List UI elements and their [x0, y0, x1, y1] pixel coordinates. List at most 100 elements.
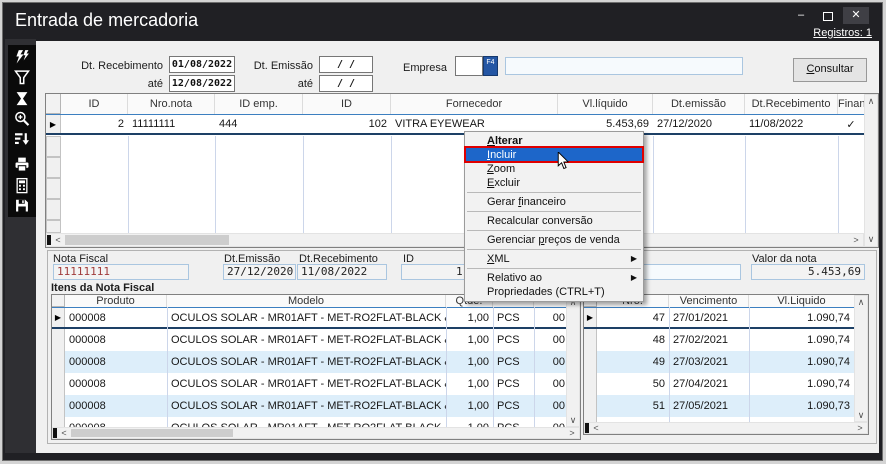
- dt-emissao-de-input[interactable]: / /: [319, 56, 373, 73]
- parcels-row[interactable]: 51 27/05/2021 1.090,73: [584, 395, 854, 417]
- row-selector: [584, 351, 597, 373]
- parcels-row[interactable]: 48 27/02/2021 1.090,74: [584, 329, 854, 351]
- cell-produto: 000008: [65, 308, 167, 327]
- cell-qtde: 1,00: [446, 373, 493, 395]
- parcels-header-vencimento[interactable]: Vencimento: [669, 295, 749, 307]
- screen: Entrada de mercadoria – ✕ Registros: 1 D…: [0, 0, 886, 464]
- scroll-down-arrow[interactable]: ∨: [568, 415, 578, 425]
- splitter-handle[interactable]: [585, 423, 589, 433]
- parcels-row[interactable]: 50 27/04/2021 1.090,74: [584, 373, 854, 395]
- row-selector: [52, 417, 65, 427]
- menu-item-propriedades[interactable]: Propriedades (CTRL+T): [465, 285, 643, 299]
- calculator-icon[interactable]: [13, 177, 31, 194]
- cell-produto: 000008: [65, 417, 167, 427]
- menu-item-gerenciar-precos[interactable]: Gerenciar preços de venda: [465, 233, 643, 247]
- items-row[interactable]: 000008 OCULOS SOLAR - MR01AFT - MET-RO2F…: [52, 395, 566, 417]
- print-icon[interactable]: [13, 156, 31, 173]
- dt-emissao-ate-input[interactable]: / /: [319, 75, 373, 92]
- cell-id-emp: 444: [215, 115, 303, 133]
- row-marker: ▶: [46, 115, 61, 133]
- splitter-handle[interactable]: [47, 235, 51, 245]
- scroll-right-arrow[interactable]: >: [855, 423, 865, 433]
- items-row-partial[interactable]: 000008 OCULOS SOLAR - MR01AFT - MET-RO2F…: [52, 417, 566, 427]
- cell-qtde: 1,00: [446, 395, 493, 417]
- row-selector: [52, 395, 65, 417]
- items-row[interactable]: 000008 OCULOS SOLAR - MR01AFT - MET-RO2F…: [52, 373, 566, 395]
- scroll-down-arrow[interactable]: ∨: [856, 410, 866, 420]
- mouse-cursor-icon: [555, 152, 571, 170]
- scroll-thumb[interactable]: [71, 429, 233, 437]
- items-row[interactable]: 000008 OCULOS SOLAR - MR01AFT - MET-RO2F…: [52, 329, 566, 351]
- menu-item-relativo-ao[interactable]: Relativo ao▶: [465, 271, 643, 285]
- main-grid-header-id-emp[interactable]: ID emp.: [215, 94, 303, 114]
- empresa-code-input[interactable]: [455, 56, 483, 76]
- submenu-arrow-icon: ▶: [631, 252, 637, 266]
- cell-vl-liquido: 1.090,73: [749, 395, 854, 417]
- cell-modelo: OCULOS SOLAR - MR01AFT - MET-RO2FLAT-BLA…: [167, 395, 446, 417]
- menu-separator: [467, 230, 641, 231]
- registros-link[interactable]: Registros: 1: [813, 27, 872, 39]
- zoom-in-icon[interactable]: [13, 110, 31, 127]
- cell-un: PCS: [493, 351, 534, 373]
- scroll-up-arrow[interactable]: ∧: [856, 297, 866, 307]
- menu-item-recalcular-conversao[interactable]: Recalcular conversão: [465, 214, 643, 228]
- consultar-button[interactable]: Consultar: [793, 58, 867, 82]
- empty-selector-cell: [46, 220, 61, 233]
- parcels-vscrollbar: [854, 295, 868, 422]
- main-grid-header-vl-liquido[interactable]: Vl.líquido: [558, 94, 653, 114]
- cell-qtde: 1,00: [446, 351, 493, 373]
- save-icon[interactable]: [13, 197, 31, 214]
- cell-nro: 48: [597, 329, 669, 351]
- menu-item-gerar-financeiro[interactable]: Gerar financeiro: [465, 195, 643, 209]
- main-grid-header-dt-emissao[interactable]: Dt.emissão: [653, 94, 745, 114]
- detail-dt-recebimento-field: 11/08/2022: [297, 264, 387, 280]
- main-grid-vscrollbar: [864, 94, 878, 247]
- items-row[interactable]: ▶ 000008 OCULOS SOLAR - MR01AFT - MET-RO…: [52, 307, 566, 329]
- splitter-handle[interactable]: [53, 428, 57, 438]
- main-grid-header-id2[interactable]: ID: [303, 94, 391, 114]
- cell-vl: 00: [534, 308, 566, 327]
- dt-recebimento-de-input[interactable]: 01/08/2022: [169, 56, 235, 73]
- main-grid-header-id[interactable]: ID: [61, 94, 128, 114]
- scroll-thumb[interactable]: [65, 235, 229, 245]
- main-grid-header-finan[interactable]: Finan: [838, 94, 864, 114]
- close-button[interactable]: ✕: [843, 7, 869, 24]
- scroll-right-arrow[interactable]: >: [567, 428, 577, 438]
- main-grid-header-fornecedor[interactable]: Fornecedor: [391, 94, 558, 114]
- scroll-left-arrow[interactable]: <: [591, 423, 601, 433]
- parcels-header-vl-liquido[interactable]: Vl.Liquido: [749, 295, 854, 307]
- scroll-left-arrow[interactable]: <: [53, 235, 63, 245]
- cell-finan-check: ✓: [838, 115, 864, 133]
- items-header-produto[interactable]: Produto: [65, 295, 167, 307]
- cell-vl: 00: [534, 329, 566, 351]
- cell-produto: 000008: [65, 395, 167, 417]
- items-row[interactable]: 000008 OCULOS SOLAR - MR01AFT - MET-RO2F…: [52, 351, 566, 373]
- cell-nro-nota: 11111111: [128, 115, 215, 133]
- refresh-icon[interactable]: [13, 49, 31, 66]
- main-grid-header-nro-nota[interactable]: Nro.nota: [128, 94, 215, 114]
- empresa-f4-button[interactable]: F4: [483, 56, 498, 76]
- hourglass-icon[interactable]: [13, 90, 31, 107]
- scroll-left-arrow[interactable]: <: [59, 428, 69, 438]
- scroll-down-arrow[interactable]: ∨: [866, 234, 876, 244]
- menu-separator: [467, 249, 641, 250]
- dt-recebimento-ate-input[interactable]: 12/08/2022: [169, 75, 235, 92]
- cell-qtde: 1,00: [446, 417, 493, 427]
- scroll-up-arrow[interactable]: ∧: [866, 96, 876, 106]
- maximize-button[interactable]: [815, 7, 841, 24]
- items-header-modelo[interactable]: Modelo: [167, 295, 446, 307]
- sort-export-icon[interactable]: [13, 130, 31, 147]
- row-marker: ▶: [52, 308, 65, 327]
- scroll-right-arrow[interactable]: >: [851, 235, 861, 245]
- filter-icon[interactable]: [13, 69, 31, 86]
- parcels-row[interactable]: 49 27/03/2021 1.090,74: [584, 351, 854, 373]
- main-grid-header-dt-recebimento[interactable]: Dt.Recebimento: [745, 94, 838, 114]
- minimize-button[interactable]: –: [788, 7, 814, 24]
- parcels-row[interactable]: ▶ 47 27/01/2021 1.090,74: [584, 307, 854, 329]
- menu-item-zoom[interactable]: Zoom: [465, 162, 643, 176]
- menu-item-excluir[interactable]: Excluir: [465, 176, 643, 190]
- cell-qtde: 1,00: [446, 308, 493, 327]
- main-grid-row-selected[interactable]: ▶ 2 11111111 444 102 VITRA EYEWEAR 5.453…: [46, 114, 864, 135]
- maximize-icon: [823, 12, 833, 21]
- menu-item-xml[interactable]: XML▶: [465, 252, 643, 266]
